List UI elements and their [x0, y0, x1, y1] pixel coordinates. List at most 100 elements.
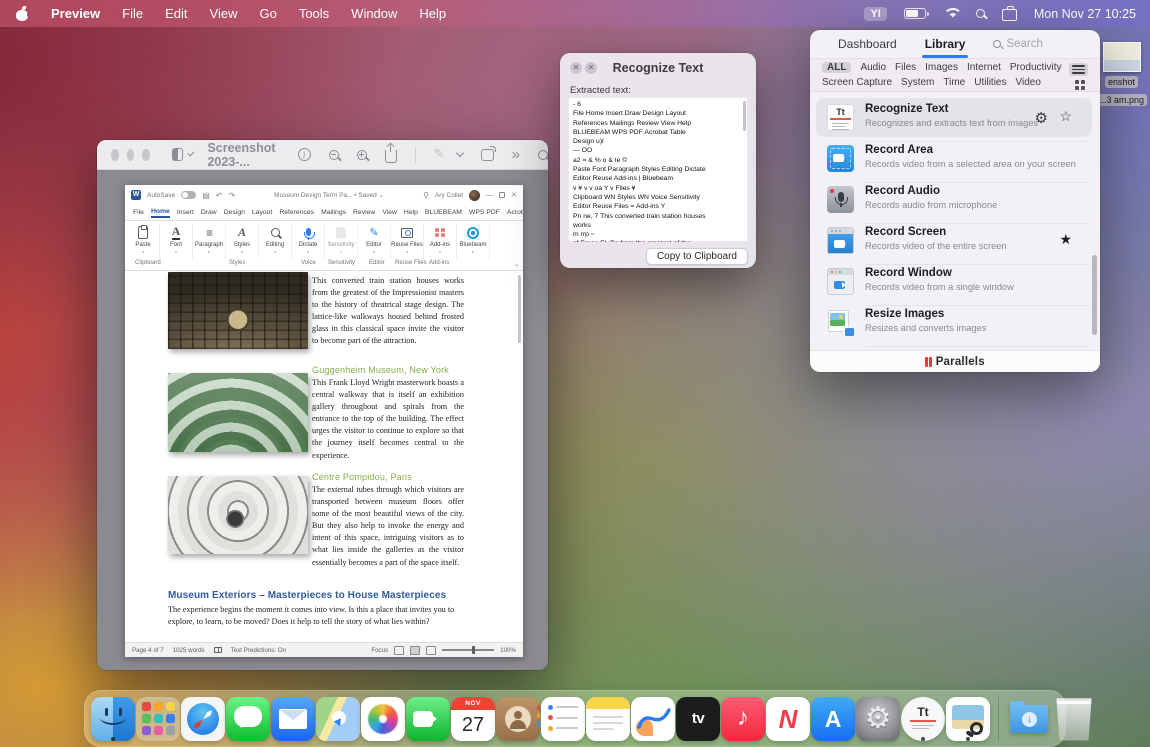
dock-downloads-folder[interactable]: ↓ — [1007, 697, 1051, 741]
desktop-screenshot-file[interactable]: enshot ...3 am.png — [1093, 42, 1150, 108]
tool-resize-images[interactable]: Resize Images Resizes and converts image… — [816, 303, 1092, 342]
category-time[interactable]: Time — [943, 77, 965, 88]
category-all[interactable]: ALL — [822, 62, 851, 73]
dock-news[interactable]: N — [766, 697, 810, 741]
rotate-icon[interactable] — [481, 149, 494, 161]
menu-clock[interactable]: Mon Nov 27 10:25 — [1034, 7, 1136, 21]
dock-mail[interactable] — [271, 697, 315, 741]
menu-go[interactable]: Go — [259, 6, 276, 21]
toolbox-search[interactable] — [993, 38, 1100, 50]
dock-safari[interactable] — [181, 697, 225, 741]
favorite-star-icon[interactable] — [1059, 108, 1072, 126]
doc-section2-body: This Frank Lloyd Wright masterwork boast… — [312, 377, 464, 462]
editing-icon — [271, 228, 280, 237]
dock-maps[interactable] — [316, 697, 360, 741]
dock-reminders[interactable] — [541, 697, 585, 741]
dock-notes[interactable] — [586, 697, 630, 741]
tool-record-audio[interactable]: Record Audio Records audio from micropho… — [816, 180, 1092, 219]
dock-trash[interactable] — [1052, 697, 1096, 741]
dock-contacts[interactable] — [496, 697, 540, 741]
wifi-icon[interactable] — [943, 8, 959, 20]
ribbon-button-styles: A Styles — [226, 223, 259, 259]
dock-finder[interactable] — [91, 697, 135, 741]
grid-view-button[interactable] — [1075, 80, 1086, 90]
search-input[interactable] — [1006, 38, 1100, 50]
tab-dashboard[interactable]: Dashboard — [838, 37, 897, 51]
close-button[interactable] — [111, 149, 119, 161]
markup-chevron-icon[interactable] — [455, 149, 463, 157]
extracted-text-area[interactable]: - 6 File Home Insert Draw Design Layout … — [568, 97, 748, 242]
tool-record-window[interactable]: Record Window Records video from a singl… — [816, 262, 1092, 301]
category-files[interactable]: Files — [895, 62, 916, 73]
dock: NOV 27 tv ♪ N A Tt — [84, 690, 1066, 747]
info-icon[interactable]: i — [298, 148, 311, 161]
category-video[interactable]: Video — [1015, 77, 1040, 88]
apple-menu-icon[interactable] — [16, 7, 29, 21]
category-system[interactable]: System — [901, 77, 934, 88]
search-icon[interactable] — [538, 150, 548, 160]
dock-apple-tv[interactable]: tv — [676, 697, 720, 741]
menu-help[interactable]: Help — [419, 6, 446, 21]
dock-messages[interactable] — [226, 697, 270, 741]
toolbox-scrollbar-thumb[interactable] — [1092, 255, 1097, 335]
sidebar-toggle-icon[interactable] — [172, 148, 184, 161]
word-scrollbar[interactable] — [518, 275, 521, 343]
dock-recognize-text[interactable]: Tt — [901, 697, 945, 741]
toolbox-footer: Parallels — [810, 350, 1100, 372]
dock-app-store[interactable]: A — [811, 697, 855, 741]
dock-preview[interactable] — [946, 697, 990, 741]
file-label-line2: ...3 am.png — [1096, 94, 1147, 106]
dock-system-settings[interactable] — [856, 697, 900, 741]
markup-pen-icon[interactable] — [434, 148, 447, 161]
share-icon[interactable] — [385, 150, 397, 163]
tool-settings-icon[interactable] — [1035, 109, 1048, 128]
category-productivity[interactable]: Productivity — [1010, 62, 1062, 73]
sidebar-chevron-icon[interactable] — [188, 149, 195, 156]
spotlight-search-icon[interactable] — [976, 9, 985, 18]
copy-to-clipboard-button[interactable]: Copy to Clipboard — [646, 248, 748, 265]
sensitivity-icon — [336, 227, 346, 239]
preview-titlebar[interactable]: Screenshot 2023-... i — [97, 140, 548, 170]
add-ins-icon — [435, 228, 445, 238]
parallels-toolbox-panel: Dashboard Library ALL Audio Files Images… — [810, 30, 1100, 372]
word-restore-icon — [499, 192, 505, 198]
dock-music[interactable]: ♪ — [721, 697, 765, 741]
category-audio[interactable]: Audio — [860, 62, 886, 73]
dock-launchpad[interactable] — [136, 697, 180, 741]
dock-facetime[interactable] — [406, 697, 450, 741]
word-user-name: Ary Collet — [435, 192, 463, 199]
tool-record-screen[interactable]: Record Screen Records video of the entir… — [816, 221, 1092, 260]
category-internet[interactable]: Internet — [967, 62, 1001, 73]
dock-calendar[interactable]: NOV 27 — [451, 697, 495, 741]
tool-record-area[interactable]: Record Area Records video from a selecte… — [816, 139, 1092, 178]
menu-view[interactable]: View — [210, 6, 238, 21]
category-screen-capture[interactable]: Screen Capture — [822, 77, 892, 88]
menu-window[interactable]: Window — [351, 6, 397, 21]
file-label-line1: enshot — [1105, 76, 1138, 88]
view-print-icon — [410, 646, 420, 655]
popup-scrollbar-thumb[interactable] — [743, 101, 746, 131]
battery-icon[interactable] — [904, 8, 926, 19]
zoom-out-icon[interactable] — [329, 150, 339, 160]
tab-help: Help — [404, 209, 418, 216]
dock-photos[interactable] — [361, 697, 405, 741]
minimize-button[interactable] — [127, 149, 135, 161]
menu-file[interactable]: File — [122, 6, 143, 21]
category-utilities[interactable]: Utilities — [974, 77, 1006, 88]
list-view-button[interactable] — [1069, 63, 1088, 76]
toolbox-menu-icon[interactable] — [1002, 9, 1017, 21]
dock-freeform[interactable] — [631, 697, 675, 741]
input-source-badge[interactable]: YI — [864, 7, 886, 21]
menu-edit[interactable]: Edit — [165, 6, 187, 21]
menu-app-name[interactable]: Preview — [51, 6, 100, 21]
more-toolbar-icon[interactable] — [512, 146, 520, 163]
zoom-button[interactable] — [142, 149, 150, 161]
tool-recognize-text[interactable]: Tt Recognize Text Recognizes and extract… — [816, 98, 1092, 137]
favorite-star-filled-icon[interactable] — [1059, 231, 1072, 249]
editor-icon — [369, 225, 378, 240]
ribbon-button-editing: Editing — [259, 223, 292, 259]
tab-library[interactable]: Library — [925, 37, 966, 51]
menu-tools[interactable]: Tools — [299, 6, 329, 21]
category-images[interactable]: Images — [925, 62, 958, 73]
zoom-in-icon[interactable] — [357, 150, 367, 160]
